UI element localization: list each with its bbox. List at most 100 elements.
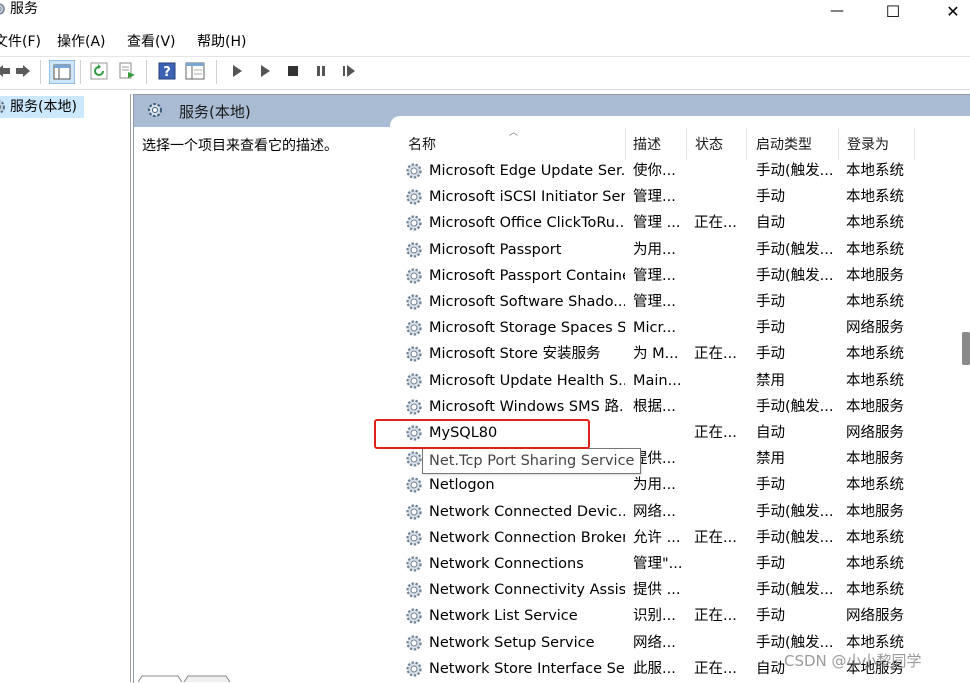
service-row[interactable]: Network Connection Broker 允许 ... 正在... 手动(触… <box>400 525 960 551</box>
service-description: 管理"... <box>633 556 683 572</box>
toolbar-separator <box>216 60 217 84</box>
service-row[interactable]: Network Connectivity Assis... 提供 ... 手动(触发… <box>400 577 960 603</box>
toolbar-divider <box>0 89 970 90</box>
view-tabs[interactable] <box>134 674 254 682</box>
toolbar-separator <box>146 60 147 84</box>
service-row[interactable]: Microsoft Software Shado... 管理... 手动 本地系统 <box>400 289 960 315</box>
service-startup-type: 手动(触发... <box>756 529 834 546</box>
services-header-icon <box>148 103 162 117</box>
service-row[interactable]: Netlogon 为用... 手动 本地系统 <box>400 472 960 498</box>
vertical-scrollbar[interactable] <box>958 116 970 682</box>
service-status: 正在... <box>694 529 737 546</box>
service-startup-type: 手动 <box>756 556 785 572</box>
service-row[interactable]: Network List Service 识别... 正在... 手动 网络服务 <box>400 603 960 629</box>
service-startup-type: 手动(触发... <box>756 503 834 520</box>
pause-service-button[interactable] <box>310 60 332 82</box>
service-gear-icon <box>404 319 424 337</box>
service-status: 正在... <box>694 608 737 625</box>
service-startup-type: 自动 <box>756 215 785 232</box>
play-outline-icon <box>261 65 270 77</box>
column-header-startup-type[interactable]: 启动类型 <box>756 135 812 155</box>
description-text: 选择一个项目来查看它的描述。 <box>142 138 338 154</box>
service-description: 网络... <box>633 503 676 520</box>
show-hide-console-tree-button[interactable] <box>49 60 75 84</box>
service-startup-type: 手动(触发... <box>756 398 834 415</box>
service-startup-type: 手动(触发... <box>756 267 834 284</box>
restart-service-button[interactable] <box>338 60 360 82</box>
service-gear-icon <box>404 398 424 416</box>
column-divider[interactable] <box>838 128 839 160</box>
column-divider[interactable] <box>686 128 687 160</box>
service-row[interactable]: Network Connected Devic... 网络... 手动(触发... 本… <box>400 499 960 525</box>
service-log-on-as: 本地系统 <box>846 582 904 599</box>
service-description: 为用... <box>633 241 676 258</box>
service-gear-icon <box>404 241 424 259</box>
service-row[interactable]: Microsoft Office ClickToRu... 管理 ... 正在...… <box>400 210 960 236</box>
service-log-on-as: 本地系统 <box>846 241 904 258</box>
service-startup-type: 手动 <box>756 608 785 625</box>
help-icon: ? <box>158 62 176 80</box>
service-log-on-as: 本地服务 <box>846 503 904 520</box>
sort-ascending-icon: ︿ <box>509 128 519 138</box>
service-description: 管理... <box>633 267 676 284</box>
menu-view[interactable]: 查看(V) <box>127 32 176 52</box>
column-header-name[interactable]: 名称 <box>408 135 436 155</box>
service-name: Network Setup Service <box>429 634 595 651</box>
service-row[interactable]: Network Connections 管理"... 手动 本地系统 <box>400 551 960 577</box>
refresh-button[interactable] <box>88 60 110 82</box>
close-button[interactable]: ✕ <box>928 0 970 22</box>
service-gear-icon <box>404 607 424 625</box>
highlight-annotation-box <box>374 419 590 449</box>
service-row[interactable]: Microsoft Passport Container 管理... 手动(触发..… <box>400 263 960 289</box>
menu-action[interactable]: 操作(A) <box>57 32 106 52</box>
start-service-button[interactable] <box>226 60 248 82</box>
column-divider[interactable] <box>746 128 747 160</box>
forward-button[interactable] <box>12 60 34 82</box>
export-list-button[interactable] <box>116 60 138 82</box>
column-divider[interactable] <box>625 128 626 160</box>
service-description: 允许 ... <box>633 529 681 546</box>
service-row[interactable]: Microsoft Passport 为用... 手动(触发... 本地系统 <box>400 237 960 263</box>
service-log-on-as: 本地服务 <box>846 451 904 468</box>
service-gear-icon <box>404 581 424 599</box>
service-row[interactable]: Microsoft Update Health S... Main... 禁用 本地系… <box>400 368 960 394</box>
service-row[interactable]: Microsoft Edge Update Ser... 使你... 手动(触发..… <box>400 158 960 184</box>
service-startup-type: 手动 <box>756 346 785 363</box>
service-status: 正在... <box>694 660 737 677</box>
service-log-on-as: 本地系统 <box>846 346 904 363</box>
help-button[interactable]: ? <box>156 60 178 82</box>
service-startup-type: 手动 <box>756 477 785 494</box>
svg-text:?: ? <box>163 65 171 80</box>
menu-file[interactable]: 文件(F) <box>0 32 41 52</box>
service-startup-type: 禁用 <box>756 372 785 389</box>
column-header-status[interactable]: 状态 <box>695 135 723 155</box>
console-tree <box>0 94 131 682</box>
service-name: Netlogon <box>429 477 495 494</box>
column-header-log-on-as[interactable]: 登录为 <box>847 135 889 155</box>
service-row[interactable]: Microsoft Windows SMS 路... 根据... 手动(触发... 本… <box>400 394 960 420</box>
start-service-alt-button[interactable] <box>254 60 276 82</box>
minimize-button[interactable]: — <box>812 0 862 22</box>
console-tree-icon <box>53 64 71 80</box>
column-header-description[interactable]: 描述 <box>633 135 661 155</box>
maximize-button[interactable]: ☐ <box>868 0 918 22</box>
stop-service-button[interactable] <box>282 60 304 82</box>
service-description: 管理... <box>633 189 676 206</box>
service-row[interactable]: Microsoft Storage Spaces S... Micr... 手动 网络… <box>400 315 960 341</box>
service-row[interactable]: Microsoft Store 安装服务 为 M... 正在... 手动 本地系统 <box>400 341 960 367</box>
details-header-title: 服务(本地) <box>179 103 251 121</box>
menu-help[interactable]: 帮助(H) <box>197 32 246 52</box>
properties-button[interactable] <box>184 60 206 82</box>
watermark: CSDN @小小黎同学 <box>784 652 922 670</box>
service-name: Microsoft Edge Update Ser... <box>429 163 625 179</box>
service-row[interactable]: Microsoft iSCSI Initiator Ser... 管理... 手动 本… <box>400 184 960 210</box>
tree-item-label: 服务(本地) <box>10 99 77 115</box>
service-gear-icon <box>404 293 424 311</box>
service-startup-type: 手动 <box>756 320 785 337</box>
service-description: 识别... <box>633 608 676 625</box>
scrollbar-thumb[interactable] <box>962 332 970 365</box>
column-divider[interactable] <box>914 128 915 160</box>
service-gear-icon <box>404 162 424 180</box>
service-log-on-as: 本地系统 <box>846 189 904 206</box>
service-gear-icon <box>404 450 424 468</box>
